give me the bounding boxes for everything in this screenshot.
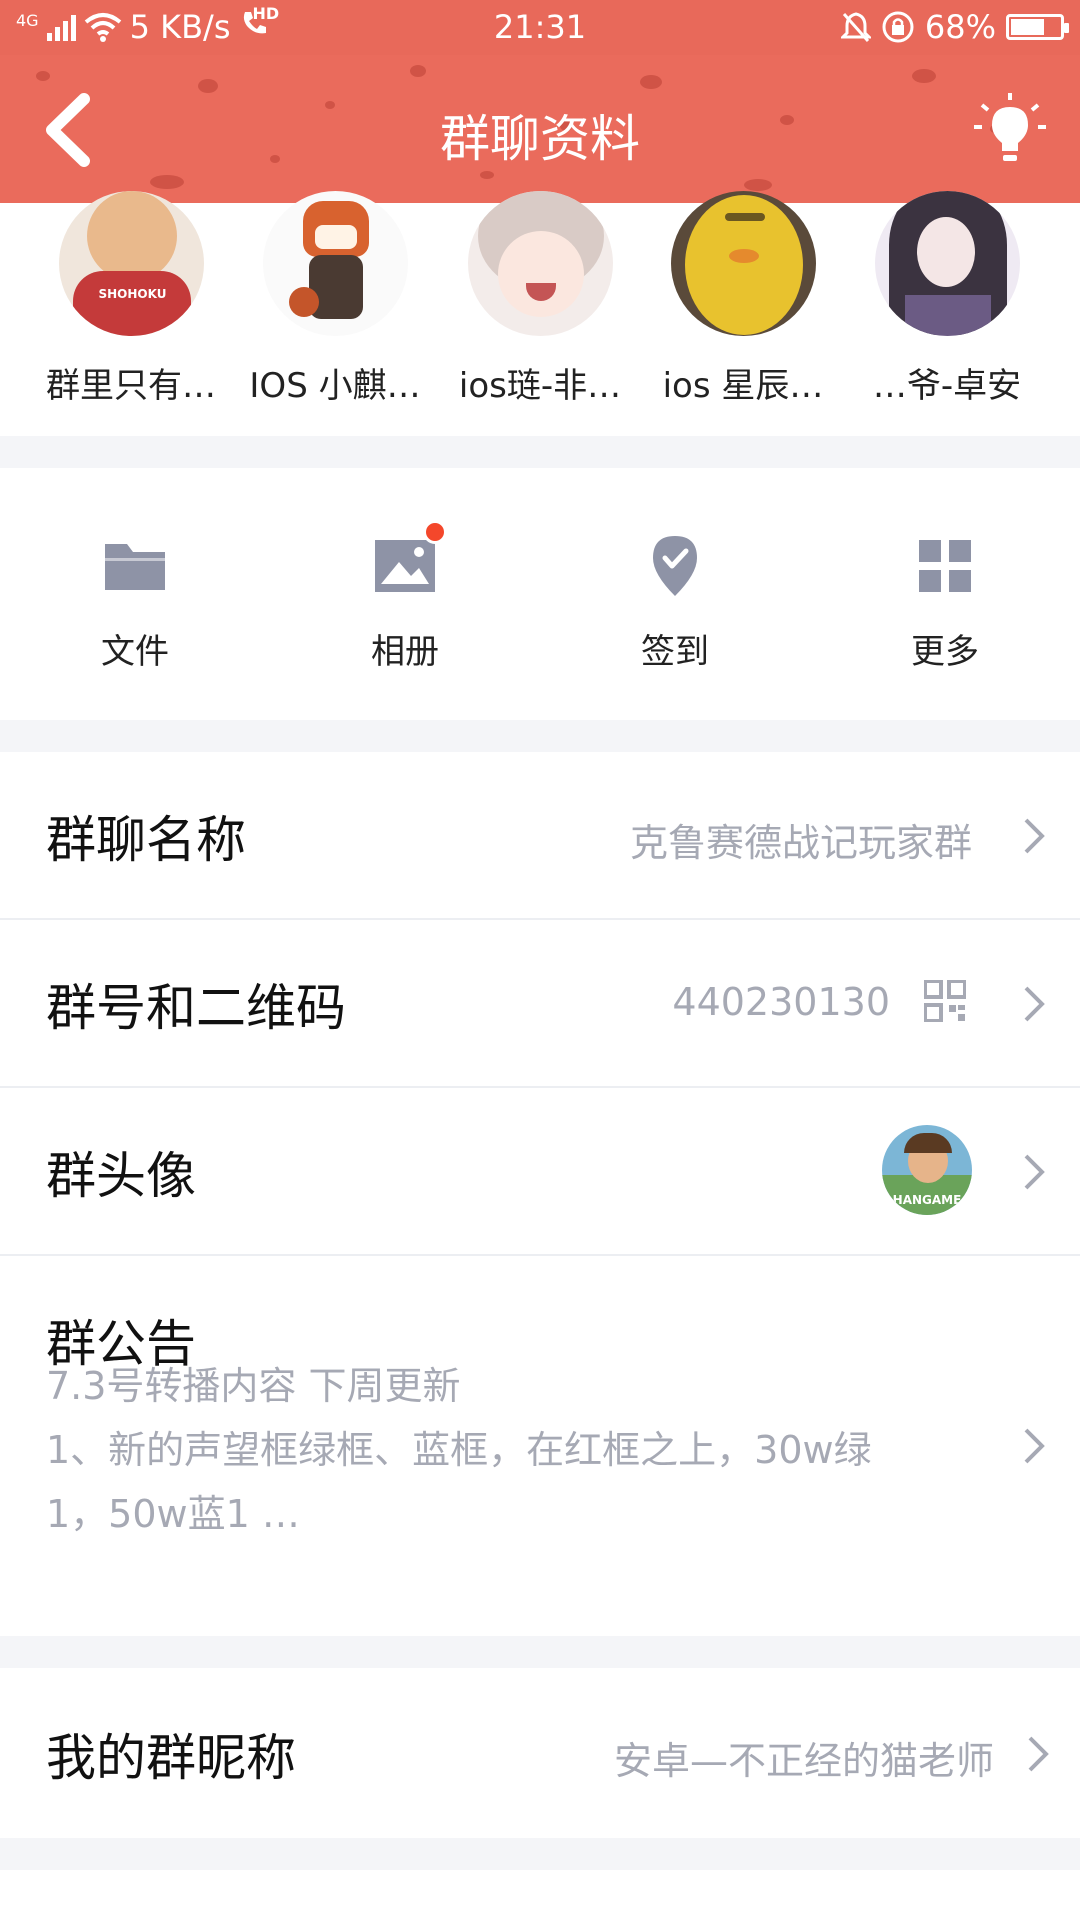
member-name: IOS 小麒… <box>249 366 421 406</box>
chevron-right-icon <box>1028 1736 1049 1772</box>
member-item[interactable]: …爷-卓安 <box>852 191 1042 407</box>
group-name-value: 克鲁赛德战记玩家群 <box>629 821 972 865</box>
battery-icon <box>1006 14 1069 40</box>
avatar <box>467 191 613 336</box>
album-button[interactable]: 相册 <box>305 468 505 673</box>
member-item[interactable]: ios琏-非… <box>445 191 635 407</box>
member-name: …爷-卓安 <box>872 366 1022 406</box>
album-label: 相册 <box>371 632 439 672</box>
member-list: SHOHOKU 群里只有… IOS 小麒… ios琏-非… ios 星辰… …爷… <box>0 191 1080 436</box>
my-nickname-row[interactable]: 我的群昵称 安卓—不正经的猫老师 <box>0 1668 1080 1838</box>
avatar <box>874 191 1020 336</box>
more-label: 更多 <box>911 632 979 672</box>
page-title: 群聊资料 <box>440 110 640 168</box>
files-label: 文件 <box>101 632 169 672</box>
group-notice-row[interactable]: 群公告 7.3号转播内容 下周更新 1、新的声望框绿框、蓝框，在红框之上，30w… <box>0 1256 1080 1636</box>
lightbulb-icon[interactable] <box>974 93 1046 167</box>
status-right: 68% <box>840 8 1069 46</box>
avatar <box>670 191 816 336</box>
notice-line: 7.3号转播内容 下周更新 <box>46 1364 461 1408</box>
chevron-right-icon <box>1024 986 1045 1022</box>
member-item[interactable]: ios 星辰… <box>648 191 838 407</box>
avatar: SHOHOKU <box>58 191 204 336</box>
notification-badge <box>423 520 447 544</box>
member-item[interactable]: SHOHOKU 群里只有… <box>36 191 226 407</box>
check-in-icon <box>639 530 711 602</box>
group-notice-content: 7.3号转播内容 下周更新 1、新的声望框绿框、蓝框，在红框之上，30w绿 1，… <box>46 1354 966 1546</box>
folder-icon <box>99 530 171 602</box>
checkin-button[interactable]: 签到 <box>575 468 775 673</box>
chevron-right-icon <box>1024 818 1045 854</box>
group-name-row[interactable]: 群聊名称 克鲁赛德战记玩家群 <box>0 752 1080 918</box>
next-section <box>0 1870 1080 1920</box>
group-id-value: 440230130 <box>672 980 890 1024</box>
group-id-label: 群号和二维码 <box>46 979 346 1037</box>
my-nickname-value: 安卓—不正经的猫老师 <box>613 1739 994 1783</box>
member-name: ios琏-非… <box>458 366 622 406</box>
rotation-lock-icon <box>882 11 914 43</box>
mute-bell-icon <box>840 12 871 42</box>
group-avatar-label: 群头像 <box>46 1147 196 1205</box>
member-item[interactable]: IOS 小麒… <box>240 191 430 407</box>
group-avatar-text: HANGAME <box>892 1193 962 1207</box>
group-avatar-row[interactable]: 群头像 HANGAME <box>0 1088 1080 1254</box>
title-bar: 群聊资料 <box>0 55 1080 203</box>
avatar <box>262 191 408 336</box>
chevron-right-icon <box>1024 1154 1045 1190</box>
qr-code-icon[interactable] <box>924 980 966 1022</box>
photo-album-icon <box>369 520 447 602</box>
member-name: 群里只有… <box>46 366 216 406</box>
status-bar: 4G 5 KB/s HD 21:31 68% <box>0 0 1080 55</box>
my-nickname-label: 我的群昵称 <box>46 1729 296 1787</box>
grid-more-icon <box>909 530 981 602</box>
more-button[interactable]: 更多 <box>845 468 1045 673</box>
checkin-label: 签到 <box>641 632 709 672</box>
battery-percent: 68% <box>924 8 996 46</box>
files-button[interactable]: 文件 <box>35 468 235 673</box>
group-name-label: 群聊名称 <box>46 811 246 869</box>
member-name: ios 星辰… <box>662 366 824 406</box>
group-avatar-image: HANGAME <box>882 1125 972 1215</box>
notice-line: 1，50w蓝1 … <box>46 1492 300 1536</box>
notice-line: 1、新的声望框绿框、蓝框，在红框之上，30w绿 <box>46 1428 872 1472</box>
group-id-row[interactable]: 群号和二维码 440230130 <box>0 920 1080 1086</box>
chevron-right-icon <box>1024 1428 1045 1464</box>
group-tools: 文件 相册 签到 更多 <box>0 468 1080 720</box>
